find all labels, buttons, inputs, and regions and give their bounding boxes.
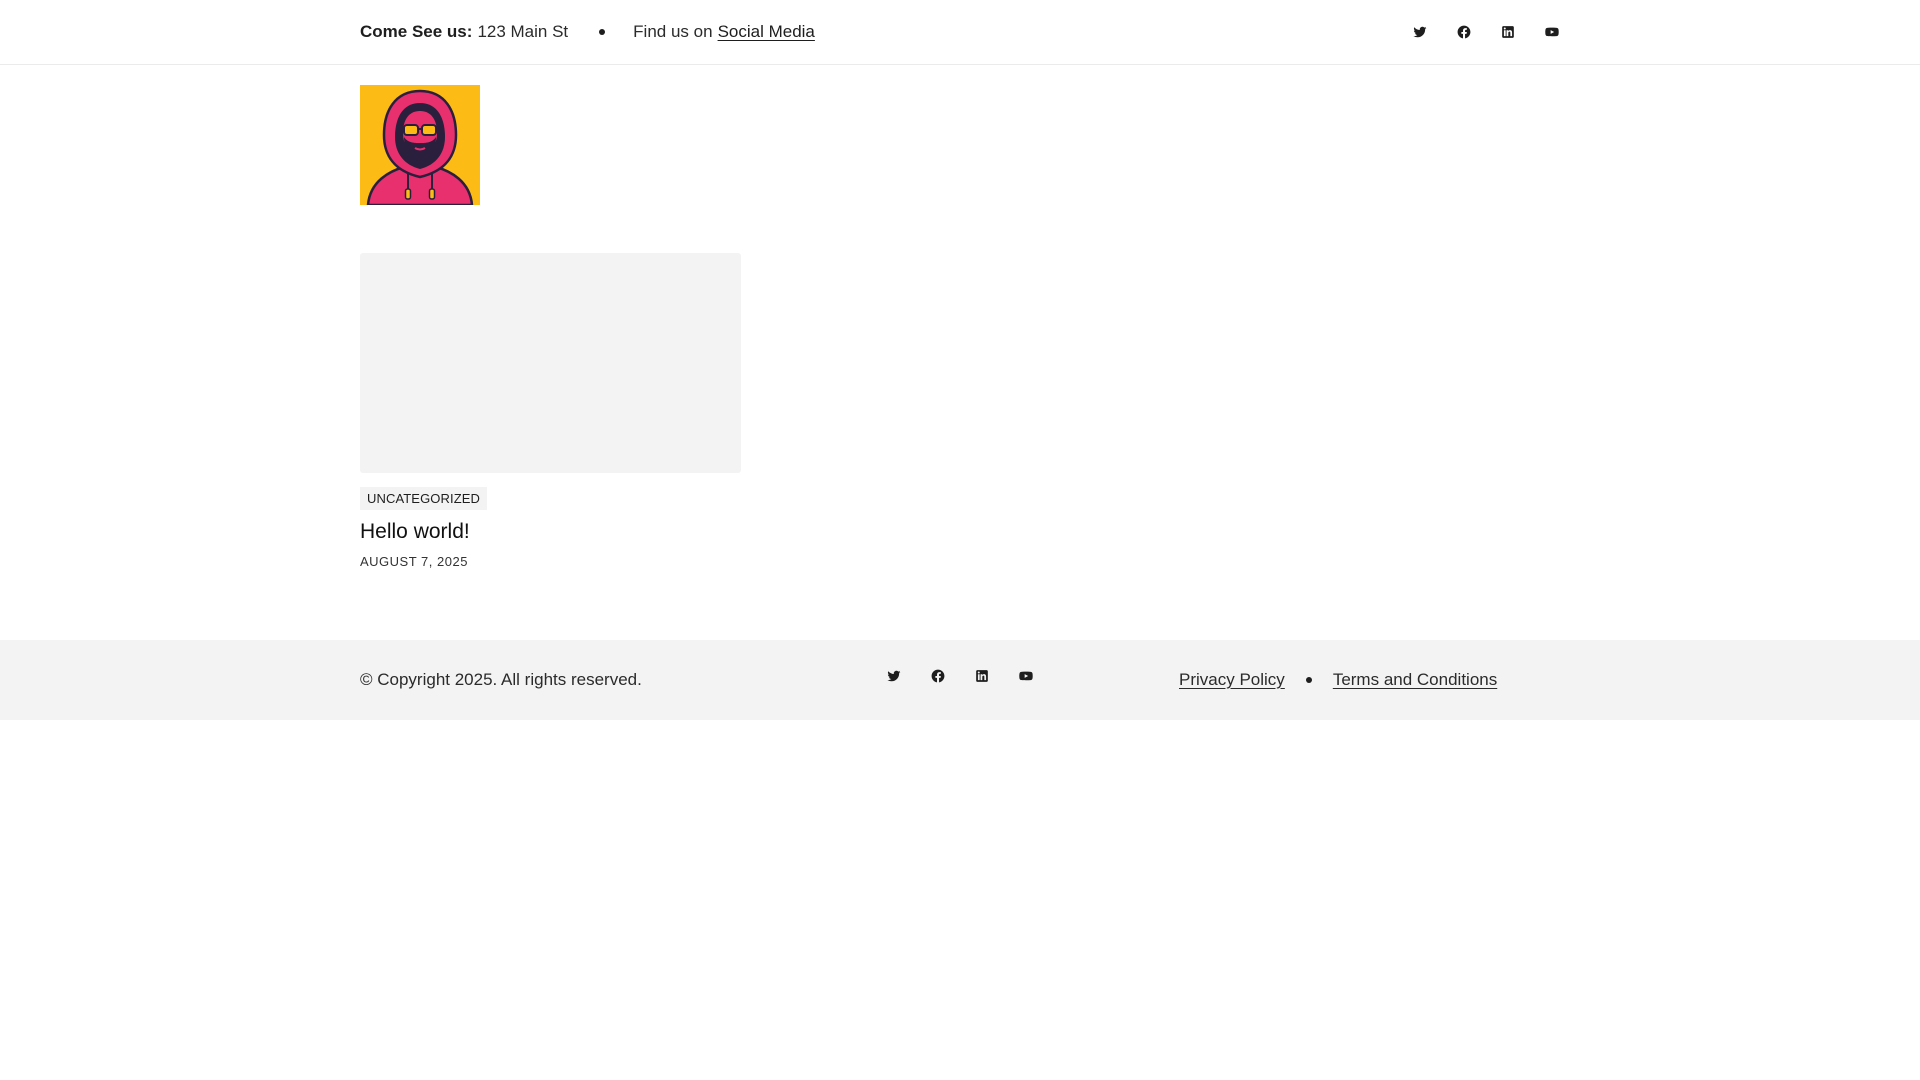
header-social-icons — [1412, 24, 1560, 40]
site-logo[interactable] — [360, 85, 480, 205]
post-card: UNCATEGORIZED Hello world! AUGUST 7, 202… — [360, 253, 741, 569]
separator-dot — [599, 29, 606, 35]
social-media-link[interactable]: Social Media — [718, 22, 815, 42]
site-footer: © Copyright 2025. All rights reserved. P… — [0, 640, 1920, 720]
footer-links: Privacy Policy Terms and Conditions — [1179, 640, 1497, 720]
terms-link[interactable]: Terms and Conditions — [1333, 670, 1497, 690]
footer-social-icons — [886, 668, 1034, 684]
address-value: 123 Main St — [477, 22, 569, 41]
linkedin-icon[interactable] — [1500, 24, 1516, 40]
youtube-icon[interactable] — [1018, 668, 1034, 684]
privacy-policy-link[interactable]: Privacy Policy — [1179, 670, 1285, 690]
separator-dot — [1305, 677, 1312, 683]
post-thumbnail-placeholder[interactable] — [360, 253, 741, 473]
hooded-avatar-logo — [366, 89, 474, 205]
twitter-icon[interactable] — [886, 668, 902, 684]
address-label: Come See us: — [360, 22, 473, 41]
linkedin-icon[interactable] — [974, 668, 990, 684]
copyright-text: © Copyright 2025. All rights reserved. — [360, 670, 642, 689]
post-date: AUGUST 7, 2025 — [360, 554, 468, 569]
youtube-icon[interactable] — [1544, 24, 1560, 40]
facebook-icon[interactable] — [930, 668, 946, 684]
twitter-icon[interactable] — [1412, 24, 1428, 40]
contact-info: Come See us: 123 Main St Find us on Soci… — [360, 0, 815, 64]
facebook-icon[interactable] — [1456, 24, 1472, 40]
find-us-text: Find us on — [633, 22, 713, 41]
post-category-badge[interactable]: UNCATEGORIZED — [360, 487, 488, 510]
top-bar: Come See us: 123 Main St Find us on Soci… — [0, 0, 1920, 65]
post-title[interactable]: Hello world! — [360, 520, 741, 544]
